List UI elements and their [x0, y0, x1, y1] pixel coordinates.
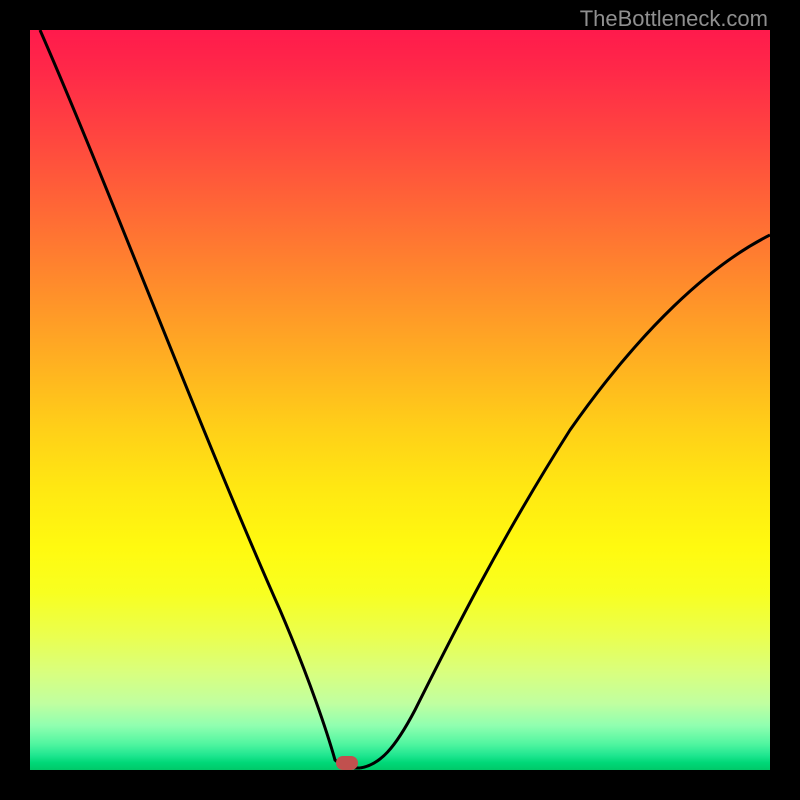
- watermark-text: TheBottleneck.com: [580, 6, 768, 32]
- bottleneck-curve: [30, 30, 770, 770]
- chart-plot-area: [30, 30, 770, 770]
- curve-left-branch: [40, 30, 360, 768]
- curve-right-branch: [360, 235, 770, 768]
- outer-frame: TheBottleneck.com: [0, 0, 800, 800]
- optimal-point-marker: [336, 756, 358, 770]
